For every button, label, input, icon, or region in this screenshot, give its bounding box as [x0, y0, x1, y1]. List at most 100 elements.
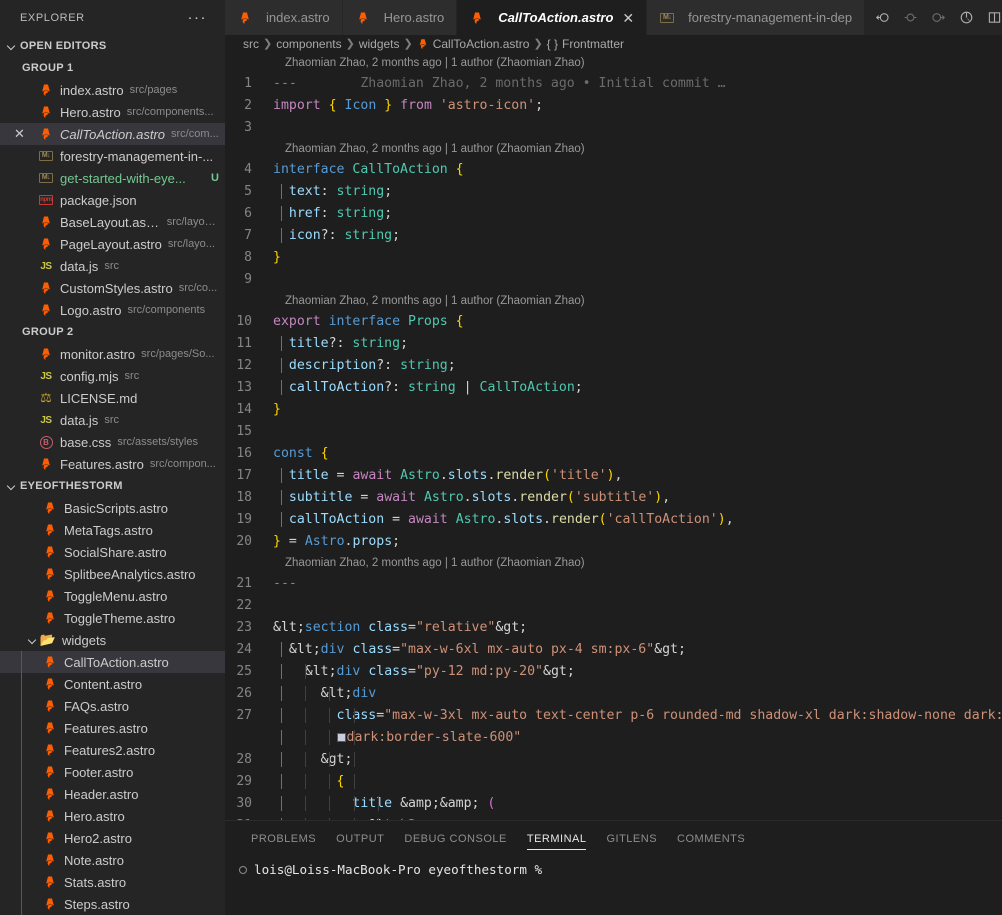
- astro-icon: [42, 588, 58, 604]
- tree-file-row[interactable]: Hero.astro: [0, 805, 225, 827]
- open-editor-row[interactable]: JS config.mjs src: [0, 365, 225, 387]
- explorer-more-icon[interactable]: ···: [188, 10, 218, 25]
- split-editor-icon[interactable]: [986, 9, 1002, 26]
- editor-tab[interactable]: CallToAction.astro ✕: [457, 0, 648, 35]
- indent-guide: [21, 695, 22, 717]
- panel-tab[interactable]: DEBUG CONSOLE: [394, 821, 516, 856]
- astro-icon: [38, 236, 54, 252]
- line-number: 6: [244, 206, 252, 222]
- tree-file-row[interactable]: SocialShare.astro: [0, 541, 225, 563]
- panel-tab[interactable]: COMMENTS: [667, 821, 755, 856]
- open-editor-row[interactable]: monitor.astro src/pages/So...: [0, 343, 225, 365]
- line-content: &lt;div: [281, 686, 377, 702]
- astro-icon: [42, 874, 58, 890]
- gitlens-working-revision-icon[interactable]: [902, 9, 919, 26]
- tree-file-row[interactable]: Header.astro: [0, 783, 225, 805]
- line-number: 9: [244, 272, 252, 288]
- open-editor-filename: get-started-with-eye...: [60, 170, 186, 186]
- tree-file-row[interactable]: Features.astro: [0, 717, 225, 739]
- open-editor-row[interactable]: CustomStyles.astro src/co...: [0, 277, 225, 299]
- open-editor-filepath: src/components...: [126, 106, 214, 118]
- breadcrumb-item[interactable]: widgets: [359, 37, 400, 51]
- tree-file-row[interactable]: Footer.astro: [0, 761, 225, 783]
- close-icon[interactable]: ✕: [14, 123, 25, 145]
- panel-tab[interactable]: TERMINAL: [517, 821, 597, 856]
- astro-icon: [38, 346, 54, 362]
- panel-tab[interactable]: PROBLEMS: [241, 821, 326, 856]
- tree-file-row[interactable]: Features2.astro: [0, 739, 225, 761]
- astro-icon: [42, 676, 58, 692]
- open-editor-row[interactable]: M↓ forestry-management-in-...: [0, 145, 225, 167]
- tree-file-row[interactable]: SplitbeeAnalytics.astro: [0, 563, 225, 585]
- line-content: &lt;div class="py-12 md:py-20"&gt;: [281, 664, 575, 680]
- open-editor-row[interactable]: ⚖ LICENSE.md: [0, 387, 225, 409]
- breadcrumb-item[interactable]: { } Frontmatter: [547, 37, 624, 51]
- breadcrumb-label: src: [243, 36, 259, 51]
- line-content: --- Zhaomian Zhao, 2 months ago • Initia…: [273, 76, 726, 92]
- gitlens-blame-toggle-icon[interactable]: [958, 9, 975, 26]
- open-editor-row[interactable]: index.astro src/pages: [0, 79, 225, 101]
- line-content: title &amp;&amp; (: [281, 796, 496, 812]
- open-editor-row[interactable]: BaseLayout.astro src/layouts: [0, 211, 225, 233]
- astro-icon: [42, 808, 58, 824]
- open-editor-row[interactable]: Logo.astro src/components: [0, 299, 225, 321]
- open-editor-filepath: src: [104, 260, 119, 272]
- tree-file-row[interactable]: FAQs.astro: [0, 695, 225, 717]
- close-icon[interactable]: ✕: [622, 11, 634, 25]
- open-editor-row[interactable]: M↓ get-started-with-eye... U: [0, 167, 225, 189]
- tree-file-row[interactable]: Stats.astro: [0, 871, 225, 893]
- code-editor[interactable]: Zhaomian Zhao, 2 months ago | 1 author (…: [225, 52, 1002, 820]
- open-editor-row[interactable]: PageLayout.astro src/layo...: [0, 233, 225, 255]
- open-editor-row[interactable]: JS data.js src: [0, 255, 225, 277]
- open-editor-row[interactable]: JS data.js src: [0, 409, 225, 431]
- tree-file-row[interactable]: Steps.astro: [0, 893, 225, 915]
- open-editor-row[interactable]: Bbase.css src/assets/styles: [0, 431, 225, 453]
- editor-tab[interactable]: index.astro: [225, 0, 343, 35]
- tree-file-row[interactable]: BasicScripts.astro: [0, 497, 225, 519]
- code-line: 29 {: [225, 771, 1002, 793]
- code-line: 12 description?: string;: [225, 355, 1002, 377]
- section-project-root[interactable]: EYEOFTHESTORM: [0, 475, 225, 497]
- breadcrumb-label: widgets: [358, 36, 400, 51]
- section-open-editors[interactable]: OPEN EDITORS: [0, 35, 225, 57]
- open-editor-row[interactable]: Hero.astro src/components...: [0, 101, 225, 123]
- line-content: subtitle = await Astro.slots.render('sub…: [281, 490, 671, 506]
- tree-file-row[interactable]: Hero2.astro: [0, 827, 225, 849]
- gitlens-next-revision-icon[interactable]: [930, 9, 947, 26]
- line-content: const {: [273, 446, 329, 462]
- line-content: ---: [273, 576, 297, 592]
- tree-folder-row[interactable]: 📂 widgets: [0, 629, 225, 651]
- open-editor-filepath: src/pages: [129, 84, 178, 96]
- tree-file-row[interactable]: Content.astro: [0, 673, 225, 695]
- open-editor-filepath: src: [104, 414, 119, 426]
- tree-file-row[interactable]: Note.astro: [0, 849, 225, 871]
- gitlens-previous-revision-icon[interactable]: [874, 9, 891, 26]
- line-number: 18: [236, 490, 252, 506]
- line-number: 17: [236, 468, 252, 484]
- panel-tab[interactable]: OUTPUT: [326, 821, 394, 856]
- line-number: 5: [244, 184, 252, 200]
- breadcrumb-item[interactable]: components: [276, 37, 341, 51]
- tree-file-row[interactable]: MetaTags.astro: [0, 519, 225, 541]
- breadcrumb-item[interactable]: CallToAction.astro: [417, 37, 529, 51]
- open-editor-row[interactable]: Features.astro src/compon...: [0, 453, 225, 475]
- breadcrumb: src ❯ components ❯ widgets ❯ CallToAction.astr…: [225, 35, 1002, 53]
- panel-tab[interactable]: GITLENS: [596, 821, 667, 856]
- code-line: 19 callToAction = await Astro.slots.rend…: [225, 509, 1002, 531]
- tree-item-label: Footer.astro: [64, 764, 134, 780]
- indent-guide: [21, 805, 22, 827]
- open-editor-filename: LICENSE.md: [60, 390, 138, 406]
- terminal-output[interactable]: lois@Loiss-MacBook-Pro eyeofthestorm %: [225, 856, 1002, 877]
- code-line: 9: [225, 269, 1002, 291]
- open-editor-row[interactable]: npm package.json: [0, 189, 225, 211]
- editor-tab[interactable]: Hero.astro: [342, 0, 458, 35]
- tree-item-label: CallToAction.astro: [64, 654, 169, 670]
- breadcrumb-item[interactable]: src: [243, 37, 259, 51]
- bottom-panel: PROBLEMS OUTPUT DEBUG CONSOLE TERMINAL GITLE…: [225, 820, 1002, 915]
- tree-file-row[interactable]: ToggleTheme.astro: [0, 607, 225, 629]
- tree-file-row[interactable]: CallToAction.astro: [0, 651, 225, 673]
- editor-tab[interactable]: M↓ forestry-management-in-dep: [647, 0, 866, 35]
- line-content: &lt;h2: [273, 818, 1002, 820]
- tree-file-row[interactable]: ToggleMenu.astro: [0, 585, 225, 607]
- open-editor-row[interactable]: ✕ CallToAction.astro src/com...: [0, 123, 225, 145]
